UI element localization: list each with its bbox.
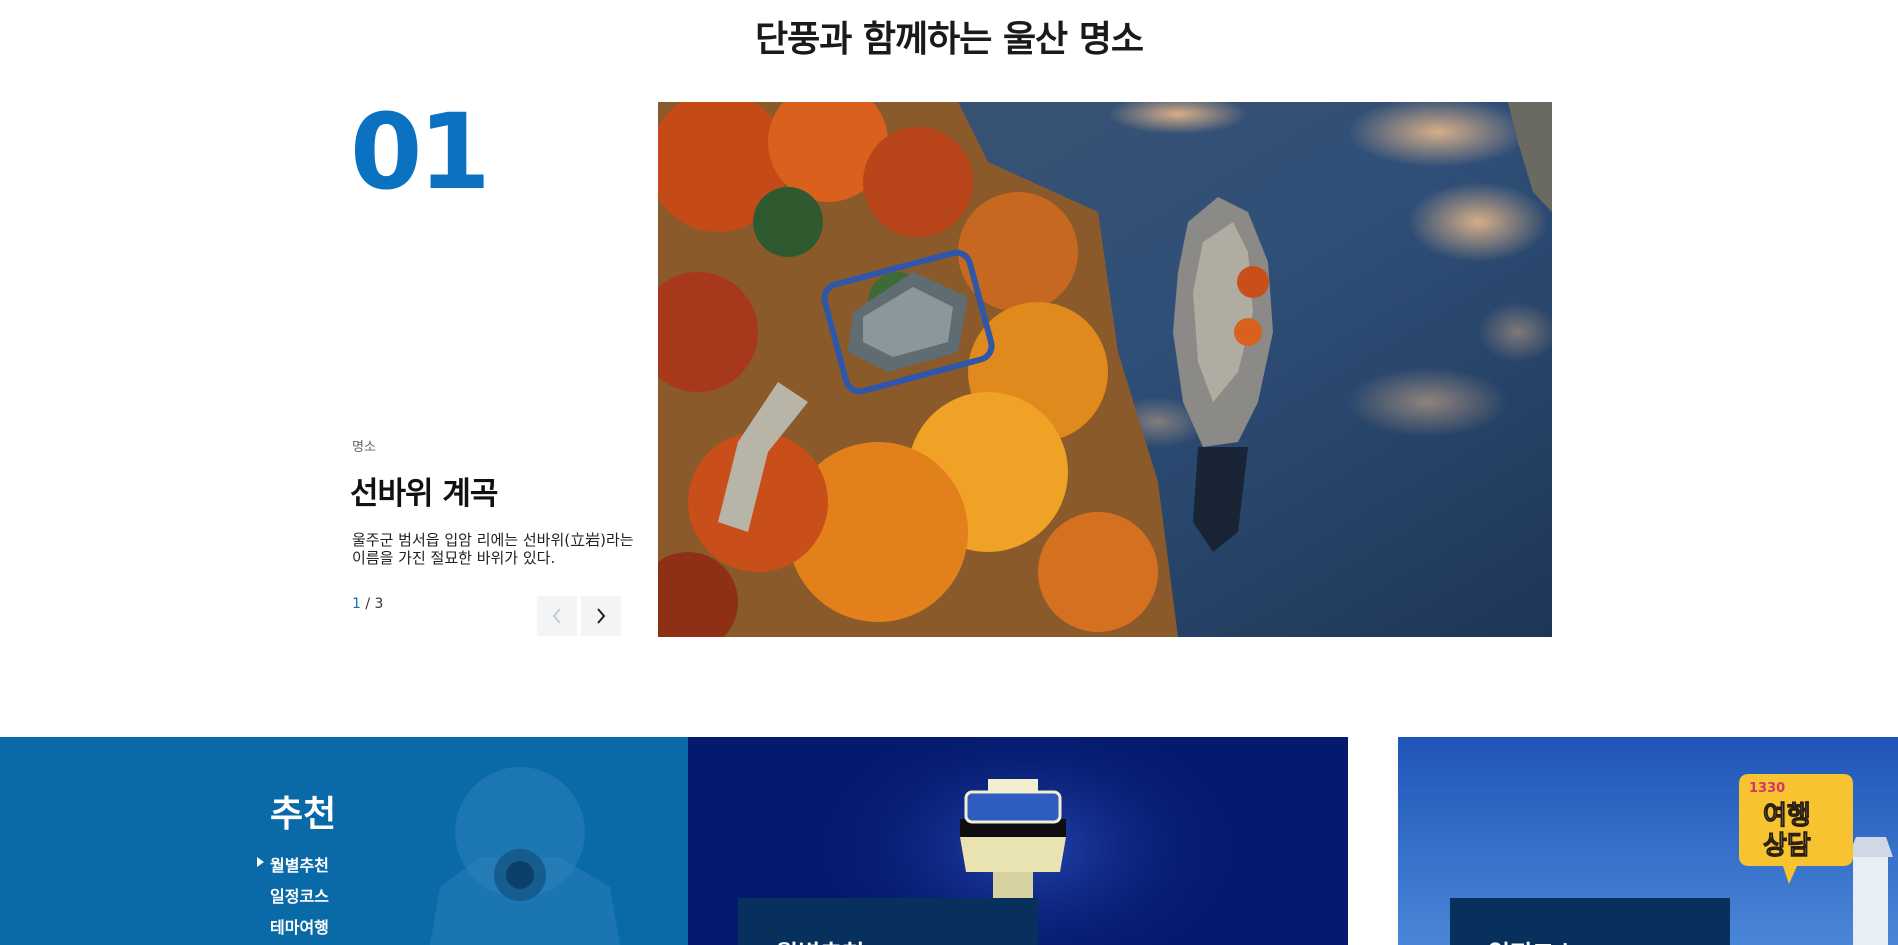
slide-title: 선바위 계곡 [350,476,498,512]
card-label: 월별추천 [738,898,1038,945]
pager-current: 1 [352,596,361,612]
chat-number: 1330 [1749,781,1785,796]
pager-total: 3 [374,596,384,612]
chevron-left-icon [552,608,561,624]
slide-photo[interactable] [658,102,1552,637]
slide-pager: 1 / 3 [352,596,383,612]
chat-line2: 상담 [1763,831,1811,861]
recommend-band: 추천 월별추천 일정코스 테마여행 [0,737,1898,945]
slide-image [658,102,1552,637]
card-label: 일정코스 [1450,898,1730,945]
pager-separator: / [360,596,375,612]
recommend-panel: 추천 월별추천 일정코스 테마여행 [0,737,688,945]
prev-slide-button[interactable] [537,596,577,636]
section-title: 단풍과 함께하는 울산 명소 [755,19,1144,60]
chat-line1: 여행 [1763,801,1811,831]
next-slide-button[interactable] [581,596,621,636]
menu-label: 월별추천 [270,856,329,875]
recommend-menu-theme[interactable]: 테마여행 [270,914,329,945]
caret-right-icon [257,857,264,867]
recommend-menu: 월별추천 일정코스 테마여행 [257,852,329,945]
slide-category: 명소 [352,440,376,455]
menu-label: 테마여행 [270,918,329,937]
chat-bubble-icon: 1330 여행 상담 [1739,774,1853,884]
menu-label: 일정코스 [270,887,329,906]
photographer-illustration [430,767,620,945]
chevron-right-icon [597,608,606,624]
slide-number: 01 [350,91,491,213]
card-monthly[interactable]: 월별추천 [688,737,1348,945]
recommend-menu-monthly[interactable]: 월별추천 [257,852,329,883]
recommend-menu-course[interactable]: 일정코스 [270,883,329,914]
slide-description: 울주군 범서읍 입암 리에는 선바위(立岩)라는 이름을 가진 절묘한 바위가 … [352,531,634,567]
travel-consult-button[interactable]: 1330 여행 상담 [1737,772,1855,890]
recommend-title: 추천 [270,794,337,835]
